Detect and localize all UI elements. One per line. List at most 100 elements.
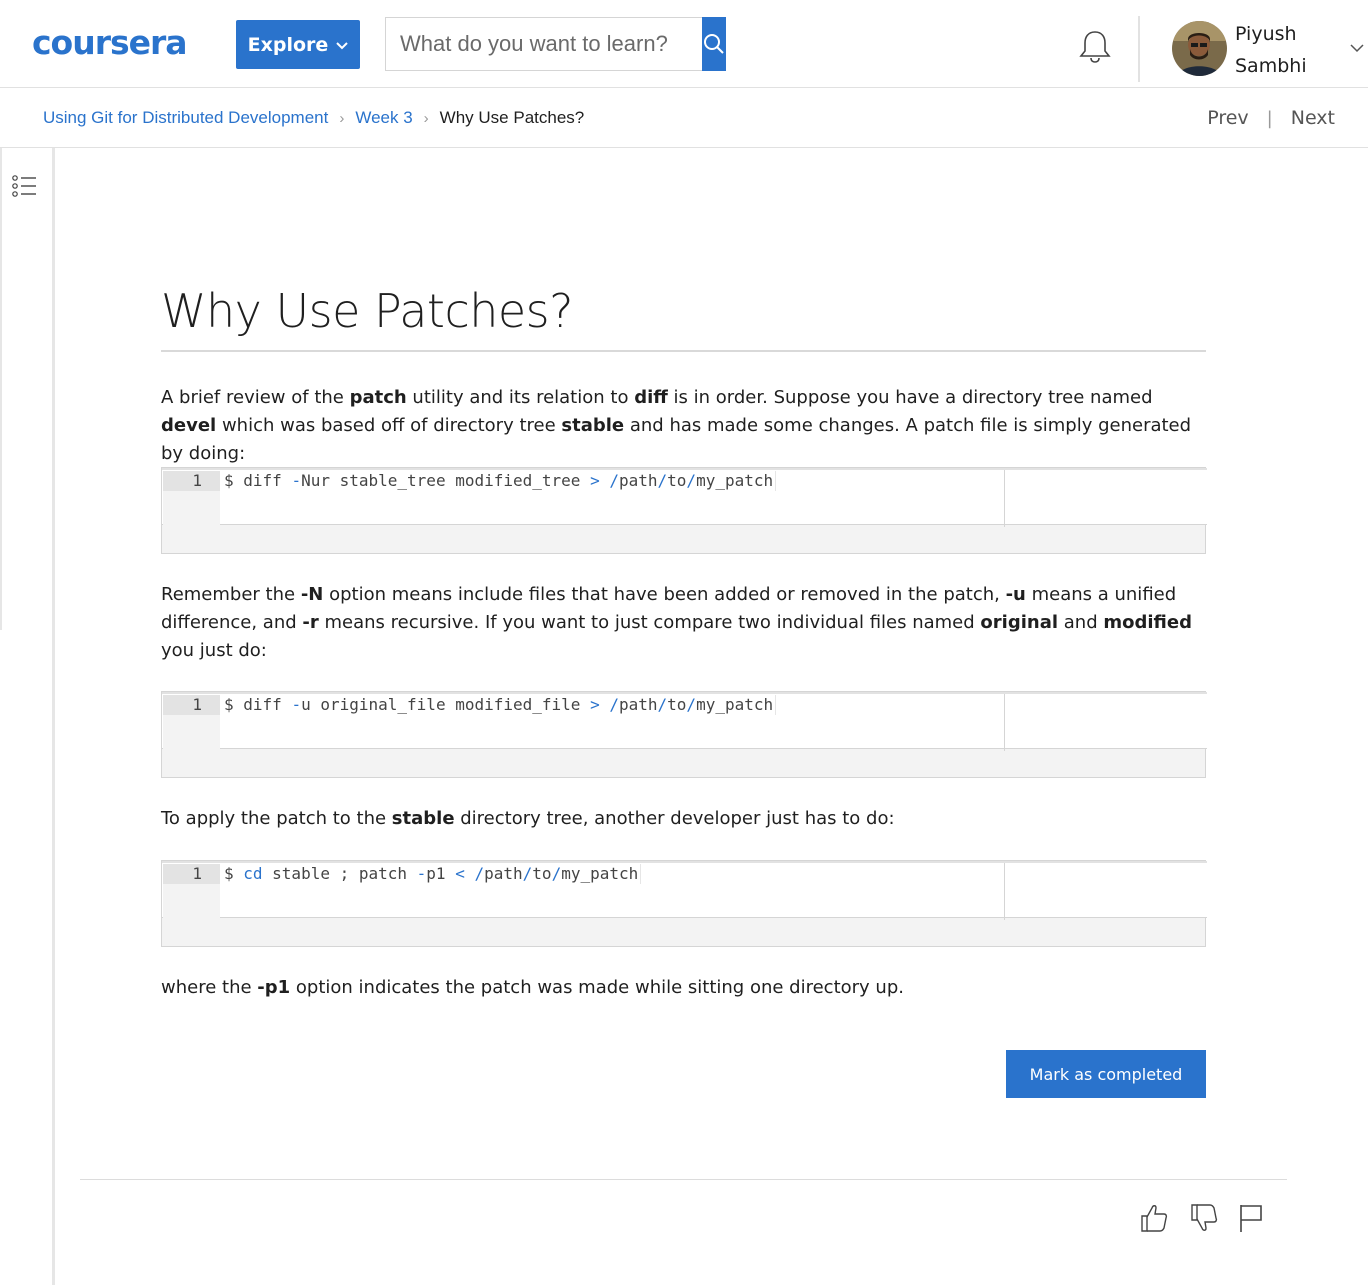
table-of-contents-icon[interactable] (12, 173, 38, 199)
page-title: Why Use Patches? (161, 284, 574, 338)
code-pane-divider (1004, 470, 1005, 527)
code-token: to (667, 695, 687, 714)
code-editor: 1 $ cd stable ; patch -p1 < /path/to/my_… (162, 861, 1207, 920)
bold-term: stable (391, 808, 455, 829)
title-divider (161, 350, 1206, 352)
code-token: my_patch (696, 471, 774, 490)
code-token: $ diff (224, 695, 292, 714)
user-first-name: Piyush (1235, 23, 1297, 45)
breadcrumb: Using Git for Distributed Development › … (43, 88, 584, 148)
code-token: > (590, 471, 600, 490)
text-run: A brief review of the (161, 387, 350, 408)
code-token: path (618, 695, 658, 714)
code-editor: 1 $ diff -Nur stable_tree modified_tree … (162, 468, 1207, 527)
breadcrumb-course-link[interactable]: Using Git for Distributed Development (43, 108, 328, 128)
explore-button[interactable]: Explore (236, 20, 360, 69)
bold-term: original (980, 612, 1059, 633)
code-token: path (618, 471, 658, 490)
code-line: $ cd stable ; patch -p1 < /path/to/my_pa… (224, 864, 642, 884)
line-number: 1 (163, 695, 220, 715)
bold-term: diff (634, 387, 668, 408)
text-run: Remember the (161, 584, 301, 605)
code-block[interactable]: 1 $ diff -u original_file modified_file … (161, 691, 1207, 778)
code-token: - (291, 471, 302, 490)
code-token: my_patch (696, 695, 774, 714)
line-gutter: 1 (163, 471, 220, 526)
code-token: / (474, 864, 485, 883)
user-name[interactable]: Piyush Sambhi (1235, 18, 1307, 82)
coursera-logo[interactable]: coursera (32, 24, 207, 64)
line-gutter: 1 (163, 864, 220, 919)
chevron-right-icon: › (339, 109, 345, 127)
text-run: option indicates the patch was made whil… (290, 977, 904, 998)
bold-term: -r (302, 612, 319, 633)
thumbs-down-icon[interactable] (1189, 1202, 1219, 1234)
code-token: / (551, 864, 562, 883)
code-token: to (667, 471, 687, 490)
code-token: < (455, 864, 465, 883)
code-token: Nur stable_tree modified_tree (301, 471, 591, 490)
bold-term: devel (161, 415, 217, 436)
text-run: where the (161, 977, 258, 998)
code-pane-divider (1004, 863, 1005, 920)
line-gutter: 1 (163, 695, 220, 750)
bold-term: modified (1103, 612, 1192, 633)
breadcrumb-current: Why Use Patches? (439, 108, 585, 127)
avatar[interactable] (1172, 21, 1227, 76)
search-input[interactable] (386, 18, 702, 70)
search-button[interactable] (702, 17, 726, 71)
user-last-name: Sambhi (1235, 55, 1307, 77)
breadcrumb-week-link[interactable]: Week 3 (355, 108, 412, 128)
left-rail (0, 148, 55, 1285)
paragraph: Remember the -N option means include fil… (161, 581, 1206, 665)
explore-label: Explore (247, 33, 329, 56)
bold-term: -u (1005, 584, 1026, 605)
code-token: / (657, 471, 668, 490)
text-run: option means include files that have bee… (323, 584, 1006, 605)
code-block[interactable]: 1 $ diff -Nur stable_tree modified_tree … (161, 467, 1207, 554)
code-line: $ diff -Nur stable_tree modified_tree > … (224, 471, 777, 491)
paragraph: where the -p1 option indicates the patch… (161, 974, 1206, 1002)
code-token: path (484, 864, 523, 883)
search-icon (704, 34, 724, 54)
code-token: - (291, 695, 302, 714)
code-editor: 1 $ diff -u original_file modified_file … (162, 692, 1207, 751)
code-line: $ diff -u original_file modified_file > … (224, 695, 777, 715)
chevron-right-icon: › (423, 109, 429, 127)
text-run: To apply the patch to the (161, 808, 392, 829)
code-token: u original_file modified_file (301, 695, 591, 714)
text-run: and (1058, 612, 1104, 633)
coursera-logo-text: coursera (32, 24, 187, 62)
mark-as-completed-button[interactable]: Mark as completed (1006, 1050, 1206, 1098)
bold-term: -N (300, 584, 324, 605)
prev-button[interactable]: Prev (1207, 107, 1248, 129)
code-block[interactable]: 1 $ cd stable ; patch -p1 < /path/to/my_… (161, 860, 1207, 947)
text-run: which was based off of directory tree (216, 415, 562, 436)
next-button[interactable]: Next (1291, 107, 1335, 129)
code-token: / (686, 695, 697, 714)
code-token: / (609, 471, 619, 490)
paragraph: To apply the patch to the stable directo… (161, 805, 1206, 833)
paragraph: A brief review of the patch utility and … (161, 384, 1206, 468)
chevron-down-icon[interactable] (1349, 42, 1365, 54)
text-run: you just do: (161, 640, 267, 661)
thumbs-up-icon[interactable] (1139, 1202, 1169, 1234)
top-navigation-bar: coursera Explore Piyush (0, 0, 1368, 88)
code-token: / (522, 864, 533, 883)
code-token: $ (224, 864, 244, 883)
avatar-image (1172, 21, 1227, 76)
code-token: / (686, 471, 697, 490)
text-run: directory tree, another developer just h… (454, 808, 895, 829)
code-token: - (416, 864, 427, 883)
chevron-down-icon (336, 41, 349, 49)
flag-icon[interactable] (1237, 1202, 1267, 1234)
prev-next-nav: Prev | Next (1207, 88, 1335, 148)
code-token: / (657, 695, 668, 714)
search-bar (385, 17, 726, 71)
bold-term: stable (561, 415, 625, 436)
rail-border (0, 148, 2, 630)
code-pane-divider (1004, 694, 1005, 751)
bell-icon[interactable] (1076, 28, 1114, 66)
